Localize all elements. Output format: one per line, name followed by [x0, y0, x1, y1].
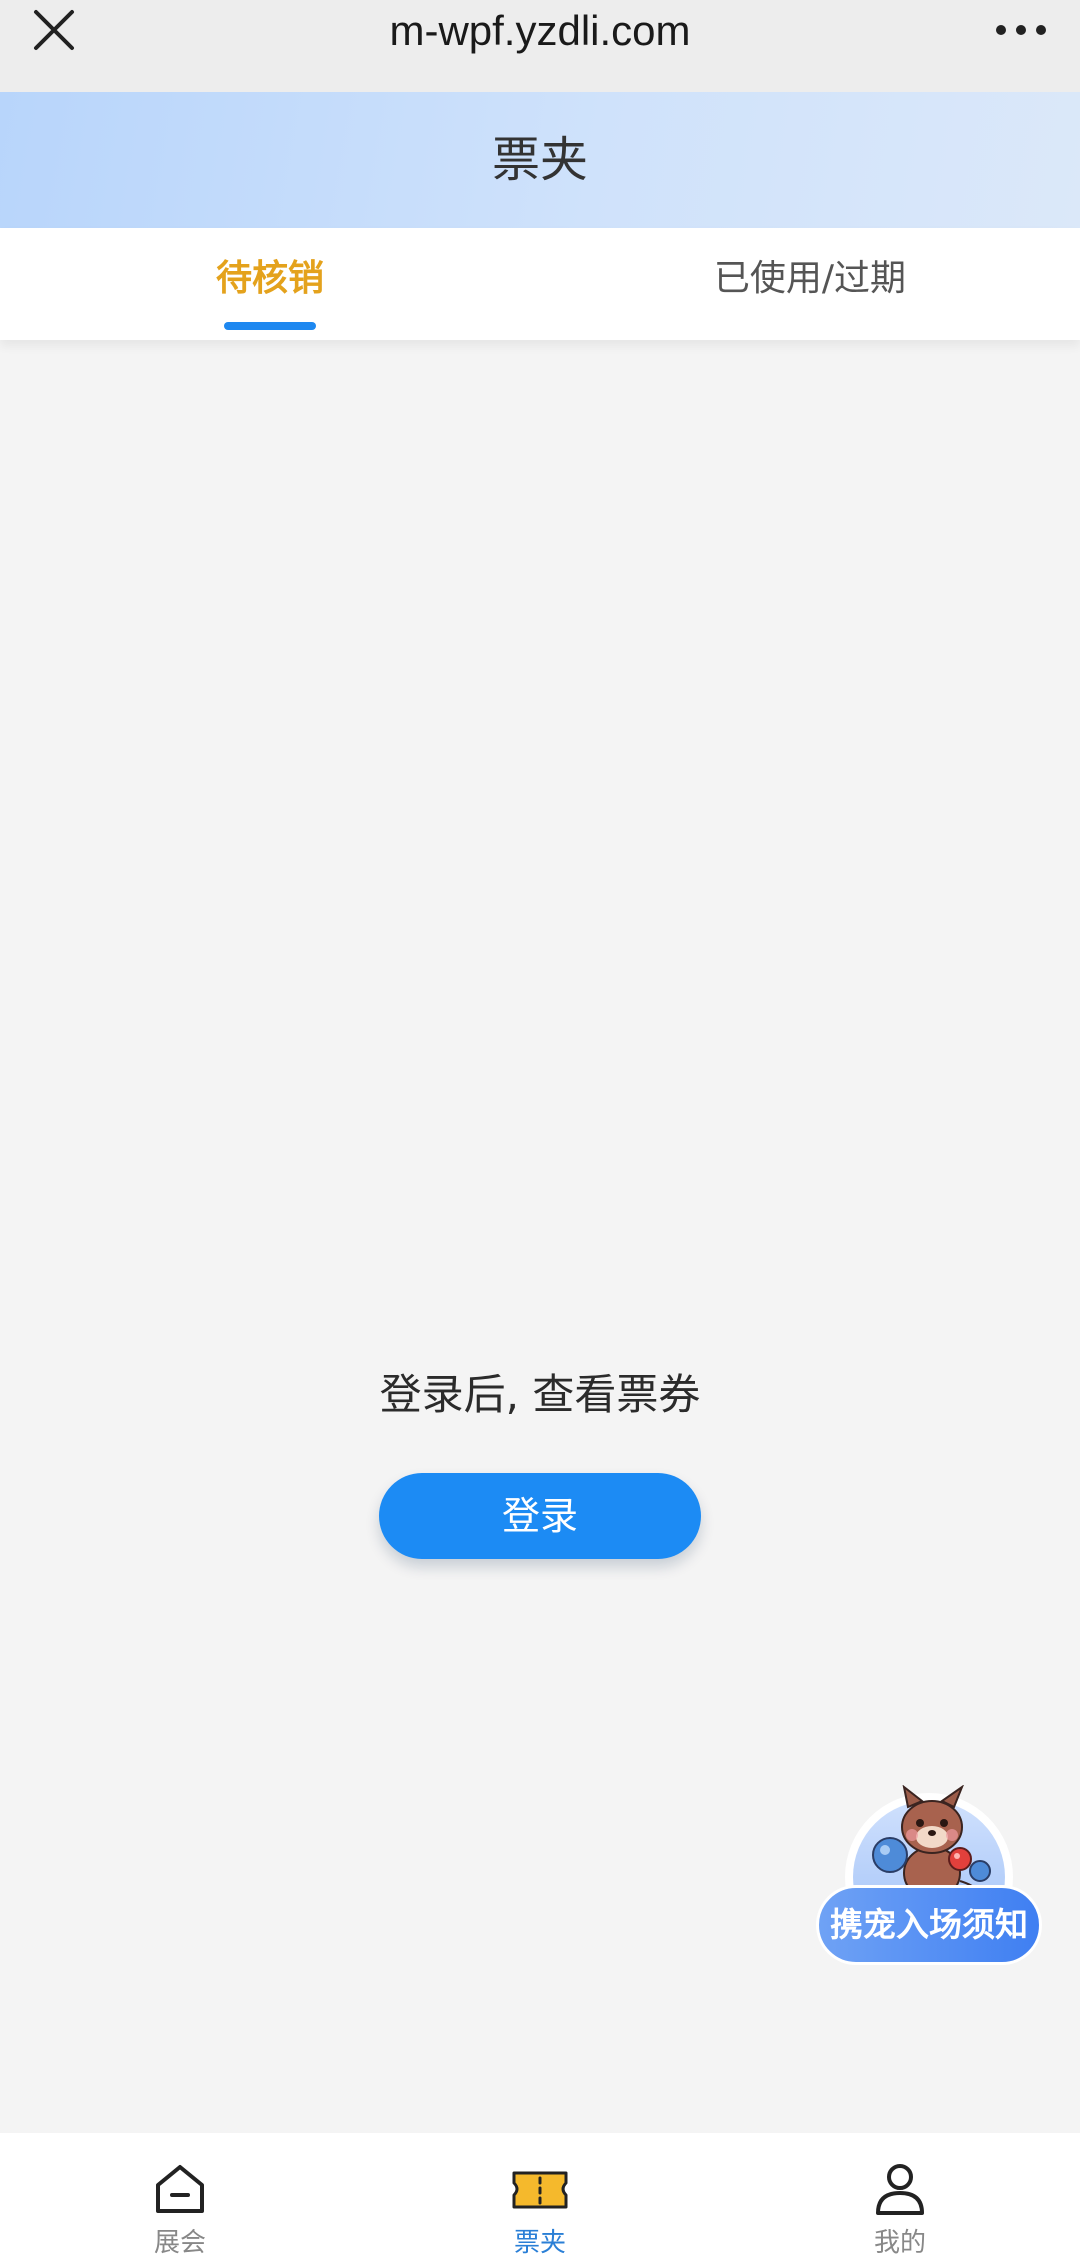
- user-icon: [876, 2164, 924, 2215]
- tab-bar: 待核销 已使用/过期: [0, 228, 1080, 340]
- empty-state-message: 登录后, 查看票券: [379, 1370, 701, 1419]
- ticket-icon: [512, 2171, 568, 2209]
- page-header: 票夹: [0, 92, 1080, 228]
- browser-url: m-wpf.yzdli.com: [389, 7, 691, 54]
- page-title: 票夹: [491, 132, 588, 188]
- tab-used-expired[interactable]: 已使用/过期: [540, 228, 1080, 340]
- nav-label-profile: 我的: [873, 2228, 926, 2258]
- nav-label-exhibition: 展会: [153, 2228, 206, 2258]
- nav-label-tickets: 票夹: [513, 2228, 566, 2258]
- home-icon: [156, 2165, 204, 2213]
- nav-item-exhibition[interactable]: 展会: [0, 2133, 360, 2267]
- tab-pending-label: 待核销: [215, 258, 324, 299]
- nav-item-tickets[interactable]: 票夹: [360, 2133, 720, 2267]
- tab-active-indicator: [224, 322, 316, 330]
- pet-notice-pill: 携宠入场须知: [816, 1885, 1042, 1965]
- close-icon[interactable]: [24, 2, 84, 58]
- pet-entry-notice-button[interactable]: 携宠入场须知: [816, 1780, 1042, 1970]
- tab-used-expired-label: 已使用/过期: [713, 258, 907, 299]
- bottom-nav: 展会 票夹 我的: [0, 2133, 1080, 2267]
- pet-notice-label: 携宠入场须知: [830, 1905, 1028, 1944]
- nav-item-profile[interactable]: 我的: [720, 2133, 1080, 2267]
- more-dots-icon[interactable]: [986, 2, 1056, 58]
- login-button[interactable]: 登录: [379, 1473, 701, 1559]
- tab-pending[interactable]: 待核销: [0, 228, 540, 340]
- browser-bar: m-wpf.yzdli.com: [0, 0, 1080, 92]
- login-button-label: 登录: [501, 1494, 578, 1538]
